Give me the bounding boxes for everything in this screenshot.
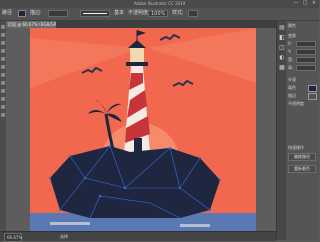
style-field-label: 样式: [172, 10, 184, 16]
type-tool-icon[interactable] [1, 49, 5, 53]
recolor-button[interactable]: 重新着色 [288, 165, 316, 173]
stroke-color-swatch[interactable] [308, 93, 317, 100]
rotate-tool-icon[interactable] [1, 73, 5, 77]
graphic-style-select[interactable] [188, 10, 198, 17]
style-label: 基本 [114, 10, 125, 16]
stroke-preview-line [83, 13, 107, 14]
x-label: X: [288, 41, 293, 46]
libraries-icon[interactable]: ◫ [279, 45, 285, 51]
close-button[interactable]: × [311, 1, 317, 6]
stroke-weight-field[interactable] [48, 10, 68, 17]
hand-tool-icon[interactable] [1, 105, 5, 109]
panel-label-properties: 属性 [288, 23, 296, 28]
layers-icon[interactable]: ◧ [279, 35, 285, 41]
brush-tool-icon[interactable] [1, 65, 5, 69]
canvas-area[interactable] [6, 28, 276, 231]
lamp-room [130, 48, 144, 62]
opacity-field[interactable]: 100% [148, 10, 168, 17]
stroke-row-label: 描边 [288, 93, 296, 98]
scale-tool-icon[interactable] [1, 81, 5, 85]
opacity-label: 不透明度: [128, 10, 150, 16]
fill-row-label: 填色 [288, 85, 296, 90]
fill-swatch[interactable] [18, 10, 26, 17]
zoom-field[interactable]: 66.67% [4, 233, 22, 242]
zoom-tool-icon[interactable] [1, 113, 5, 117]
lighthouse-gallery [126, 62, 148, 66]
pen-tool-icon[interactable] [1, 41, 5, 45]
minimize-button[interactable]: — [293, 1, 299, 6]
maximize-button[interactable]: □ [302, 1, 308, 6]
offset-path-button[interactable]: 偏移路径 [288, 153, 316, 161]
app-title-bar: Adobe Illustrator CC 2019 — □ × [0, 0, 319, 8]
control-bar: 路径 描边: 基本 不透明度: 100% 样式: [0, 8, 319, 21]
lighthouse-door [134, 138, 142, 153]
fill-label: 路径 [2, 10, 13, 16]
swatches-icon[interactable]: ▦ [279, 65, 285, 71]
width-field[interactable] [296, 57, 316, 63]
rock-island [50, 146, 220, 218]
panel-label-appearance: 外观 [288, 77, 296, 82]
window-title: Adobe Illustrator CC 2019 [133, 1, 186, 6]
height-label: 高: [288, 65, 294, 70]
selection-tool-icon[interactable] [1, 25, 5, 29]
stroke-label: 描边: [30, 10, 42, 16]
shape-tool-icon[interactable] [1, 57, 5, 61]
x-field[interactable] [296, 41, 316, 47]
current-tool-label: 选择 [60, 234, 68, 239]
direct-selection-tool-icon[interactable] [1, 33, 5, 37]
fill-color-swatch[interactable] [308, 85, 317, 92]
lighthouse-artwork[interactable] [30, 28, 256, 231]
properties-panel: 属性 变换 X: Y: 宽: 高: 外观 填色 描边 不透明度 快速操作 偏移路… [286, 21, 319, 240]
color-icon[interactable]: ◐ [279, 55, 285, 61]
brush-style-select[interactable] [80, 10, 110, 17]
y-label: Y: [288, 49, 292, 54]
document-tab-bar: 灯塔 @ 66.67% (RGB/GPU 预览) [6, 21, 276, 28]
width-label: 宽: [288, 57, 294, 62]
properties-icon[interactable]: ▤ [279, 25, 285, 31]
y-field[interactable] [296, 49, 316, 55]
height-field[interactable] [296, 65, 316, 71]
panel-label-quick-actions: 快速操作 [288, 145, 304, 150]
eyedropper-tool-icon[interactable] [1, 97, 5, 101]
gradient-tool-icon[interactable] [1, 89, 5, 93]
document-tab[interactable]: 灯塔 @ 66.67% (RGB/GPU 预览) [6, 21, 56, 28]
opacity-row-label: 不透明度 [288, 101, 304, 106]
panel-label-transform: 变换 [288, 33, 296, 38]
